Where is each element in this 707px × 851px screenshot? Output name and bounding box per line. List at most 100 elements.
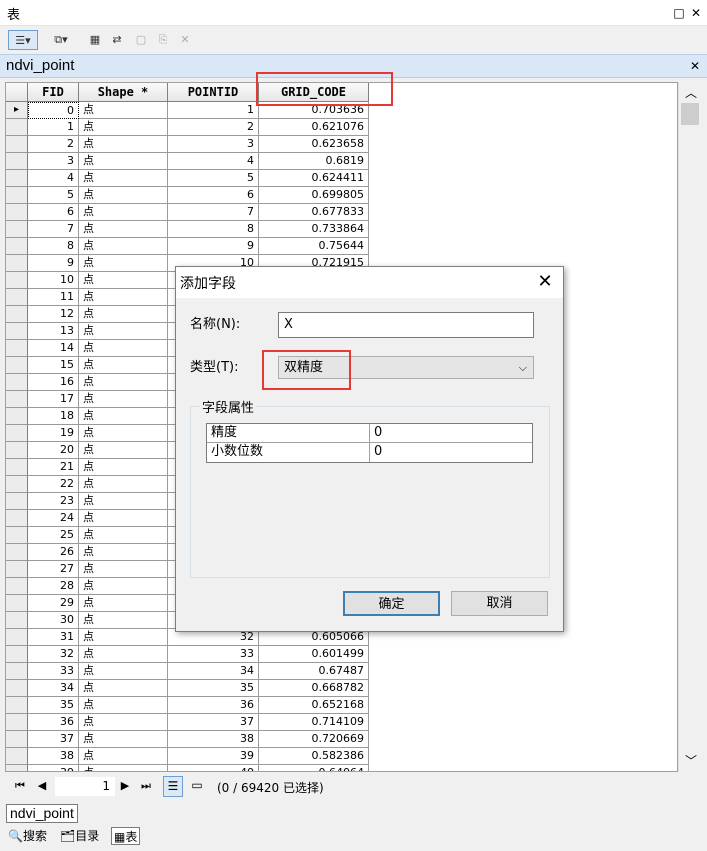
switch-selection-button[interactable]: ⇄ <box>108 30 126 50</box>
cell-fid[interactable]: 13 <box>28 323 79 340</box>
cell-shape[interactable]: 点 <box>79 221 168 238</box>
cell-pointid[interactable]: 37 <box>168 714 259 731</box>
row-selector[interactable] <box>6 544 28 561</box>
cell-pointid[interactable]: 39 <box>168 748 259 765</box>
row-selector[interactable] <box>6 663 28 680</box>
row-selector[interactable] <box>6 527 28 544</box>
ok-button[interactable]: 确定 <box>343 591 440 616</box>
cell-fid[interactable]: 35 <box>28 697 79 714</box>
cell-pointid[interactable]: 3 <box>168 136 259 153</box>
cell-shape[interactable]: 点 <box>79 612 168 629</box>
vertical-scrollbar[interactable]: ︿ ﹀ <box>678 82 702 772</box>
row-selector[interactable] <box>6 306 28 323</box>
cell-shape[interactable]: 点 <box>79 595 168 612</box>
row-selector[interactable] <box>6 153 28 170</box>
cell-fid[interactable]: 32 <box>28 646 79 663</box>
cell-shape[interactable]: 点 <box>79 663 168 680</box>
cell-fid[interactable]: 2 <box>28 136 79 153</box>
last-record-icon[interactable]: ⏭ <box>138 778 154 794</box>
row-selector[interactable] <box>6 136 28 153</box>
row-selector[interactable] <box>6 748 28 765</box>
row-selector[interactable] <box>6 459 28 476</box>
row-selector[interactable]: ▸ <box>6 102 28 119</box>
cell-shape[interactable]: 点 <box>79 510 168 527</box>
table-row[interactable]: 7 点 8 0.733864 <box>6 221 376 238</box>
cell-shape[interactable]: 点 <box>79 680 168 697</box>
table-row[interactable]: 37 点 38 0.720669 <box>6 731 376 748</box>
cell-pointid[interactable]: 40 <box>168 765 259 771</box>
next-record-icon[interactable]: ▶ <box>118 778 132 794</box>
cell-pointid[interactable]: 35 <box>168 680 259 697</box>
cell-fid[interactable]: 0 <box>28 102 79 119</box>
row-selector[interactable] <box>6 646 28 663</box>
cell-fid[interactable]: 37 <box>28 731 79 748</box>
row-selector[interactable] <box>6 510 28 527</box>
cell-pointid[interactable]: 6 <box>168 187 259 204</box>
cell-fid[interactable]: 11 <box>28 289 79 306</box>
cell-pointid[interactable]: 4 <box>168 153 259 170</box>
tab-search[interactable]: 🔍搜索 <box>8 827 47 845</box>
table-row[interactable]: 4 点 5 0.624411 <box>6 170 376 187</box>
cell-pointid[interactable]: 34 <box>168 663 259 680</box>
table-row[interactable]: 6 点 7 0.677833 <box>6 204 376 221</box>
cell-shape[interactable]: 点 <box>79 629 168 646</box>
scroll-up-icon[interactable]: ︿ <box>685 84 697 101</box>
cell-shape[interactable]: 点 <box>79 731 168 748</box>
cell-fid[interactable]: 15 <box>28 357 79 374</box>
cell-fid[interactable]: 18 <box>28 408 79 425</box>
cell-fid[interactable]: 22 <box>28 476 79 493</box>
row-selector[interactable] <box>6 170 28 187</box>
cell-shape[interactable]: 点 <box>79 204 168 221</box>
record-number-input[interactable]: 1 <box>55 777 115 796</box>
cell-fid[interactable]: 27 <box>28 561 79 578</box>
table-row[interactable]: 39点400.64064 <box>6 765 376 771</box>
cell-grid-code[interactable]: 0.601499 <box>259 646 369 663</box>
cell-fid[interactable]: 38 <box>28 748 79 765</box>
row-selector[interactable] <box>6 340 28 357</box>
cell-shape[interactable]: 点 <box>79 357 168 374</box>
active-table-tab[interactable]: ndvi_point <box>6 804 78 823</box>
maximize-icon[interactable]: □ <box>671 5 687 21</box>
row-selector[interactable] <box>6 119 28 136</box>
close-icon[interactable]: ✕ <box>688 5 704 21</box>
cell-shape[interactable]: 点 <box>79 476 168 493</box>
cell-grid-code[interactable]: 0.733864 <box>259 221 369 238</box>
cell-fid[interactable]: 8 <box>28 238 79 255</box>
cell-grid-code[interactable]: 0.677833 <box>259 204 369 221</box>
cell-fid[interactable]: 30 <box>28 612 79 629</box>
cell-fid[interactable]: 20 <box>28 442 79 459</box>
cell-fid[interactable]: 3 <box>28 153 79 170</box>
row-selector[interactable] <box>6 238 28 255</box>
cell-fid[interactable]: 21 <box>28 459 79 476</box>
row-selector[interactable] <box>6 629 28 646</box>
row-selector[interactable] <box>6 255 28 272</box>
row-selector[interactable] <box>6 442 28 459</box>
select-by-attributes-button[interactable]: ▦ <box>86 30 104 50</box>
cell-shape[interactable]: 点 <box>79 425 168 442</box>
row-selector[interactable] <box>6 323 28 340</box>
cell-shape[interactable]: 点 <box>79 748 168 765</box>
row-selector[interactable] <box>6 187 28 204</box>
cell-shape[interactable]: 点 <box>79 442 168 459</box>
cell-shape[interactable]: 点 <box>79 255 168 272</box>
cell-fid[interactable]: 4 <box>28 170 79 187</box>
cell-shape[interactable]: 点 <box>79 459 168 476</box>
cell-pointid[interactable]: 36 <box>168 697 259 714</box>
cell-pointid[interactable]: 8 <box>168 221 259 238</box>
cell-grid-code[interactable]: 0.6819 <box>259 153 369 170</box>
dialog-close-button[interactable]: ✕ <box>531 269 559 295</box>
tab-table[interactable]: ▦表 <box>111 827 141 845</box>
cell-shape[interactable]: 点 <box>79 714 168 731</box>
cell-grid-code[interactable]: 0.582386 <box>259 748 369 765</box>
row-selector[interactable] <box>6 697 28 714</box>
cell-grid-code[interactable]: 0.621076 <box>259 119 369 136</box>
cell-grid-code[interactable]: 0.67487 <box>259 663 369 680</box>
row-selector[interactable] <box>6 204 28 221</box>
cell-fid[interactable]: 23 <box>28 493 79 510</box>
table-tab-title[interactable]: ndvi_point <box>6 57 74 74</box>
scroll-thumb[interactable] <box>681 103 699 125</box>
cell-fid[interactable]: 14 <box>28 340 79 357</box>
table-row[interactable]: 32 点 33 0.601499 <box>6 646 376 663</box>
cell-shape[interactable]: 点 <box>79 527 168 544</box>
row-selector[interactable] <box>6 289 28 306</box>
